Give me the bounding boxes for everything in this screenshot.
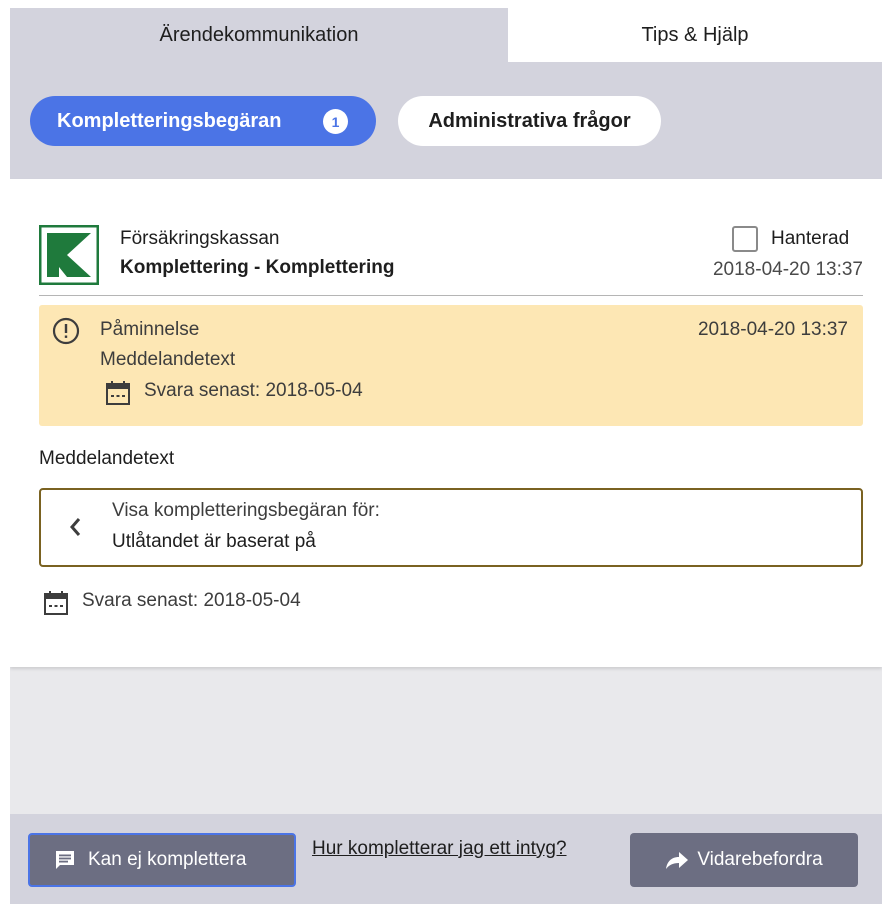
tab-tips-hjalp[interactable]: Tips & Hjälp bbox=[508, 8, 882, 62]
tab-arendekommunikation[interactable]: Ärendekommunikation bbox=[10, 8, 508, 62]
tab-label: Tips & Hjälp bbox=[641, 23, 749, 46]
filter-label: Kompletteringsbegäran bbox=[57, 109, 282, 132]
reminder-text: Meddelandetext bbox=[100, 349, 236, 370]
show-request-button[interactable]: Visa kompletteringsbegäran för: Utlåtand… bbox=[39, 488, 863, 567]
cannot-complete-button[interactable]: Kan ej komplettera bbox=[28, 833, 296, 887]
message-body: Meddelandetext bbox=[39, 448, 175, 469]
message-date: 2018-04-20 13:37 bbox=[712, 259, 863, 280]
filter-bar: Kompletteringsbegäran 1 Administrativa f… bbox=[10, 62, 882, 179]
help-link[interactable]: Hur kompletterar jag ett intyg? bbox=[312, 838, 567, 860]
tab-label: Ärendekommunikation bbox=[159, 23, 359, 46]
message-deadline: Svara senast: 2018-05-04 bbox=[82, 590, 301, 611]
message-icon bbox=[56, 851, 74, 869]
sender-name: Försäkringskassan bbox=[120, 228, 280, 249]
calendar-icon bbox=[44, 591, 68, 615]
message-subject: Komplettering - Komplettering bbox=[120, 257, 395, 278]
cannot-complete-label: Kan ej komplettera bbox=[88, 849, 247, 870]
forward-arrow-icon bbox=[666, 852, 689, 869]
filter-label: Administrativa frågor bbox=[428, 109, 631, 132]
divider bbox=[39, 295, 863, 296]
warning-circle-icon bbox=[52, 317, 80, 345]
handled-label[interactable]: Hanterad bbox=[771, 228, 849, 250]
forsakringskassan-logo bbox=[39, 225, 99, 285]
reminder-box: Påminnelse 2018-04-20 13:37 Meddelandete… bbox=[39, 305, 863, 426]
app-frame: Ärendekommunikation Tips & Hjälp Komplet… bbox=[10, 8, 882, 904]
reminder-date: 2018-04-20 13:37 bbox=[697, 319, 848, 340]
reminder-title: Påminnelse bbox=[100, 319, 200, 340]
chevron-left-icon bbox=[70, 518, 81, 536]
reminder-deadline: Svara senast: 2018-05-04 bbox=[144, 380, 363, 401]
forward-label: Vidarebefordra bbox=[697, 849, 823, 870]
show-request-target: Utlåtandet är baserat på bbox=[112, 531, 316, 552]
count-badge: 1 bbox=[323, 109, 348, 134]
show-request-label: Visa kompletteringsbegäran för: bbox=[112, 500, 380, 521]
filter-kompletteringsbegaran[interactable]: Kompletteringsbegäran 1 bbox=[30, 96, 376, 146]
handled-checkbox[interactable] bbox=[732, 226, 758, 252]
message-card: Försäkringskassan Komplettering - Komple… bbox=[10, 179, 882, 667]
filter-administrativa-fragor[interactable]: Administrativa frågor bbox=[398, 96, 661, 146]
tab-bar: Ärendekommunikation Tips & Hjälp bbox=[10, 8, 882, 62]
calendar-icon bbox=[106, 381, 130, 405]
footer-bar: Kan ej komplettera Hur kompletterar jag … bbox=[10, 814, 882, 904]
forward-button[interactable]: Vidarebefordra bbox=[630, 833, 858, 887]
